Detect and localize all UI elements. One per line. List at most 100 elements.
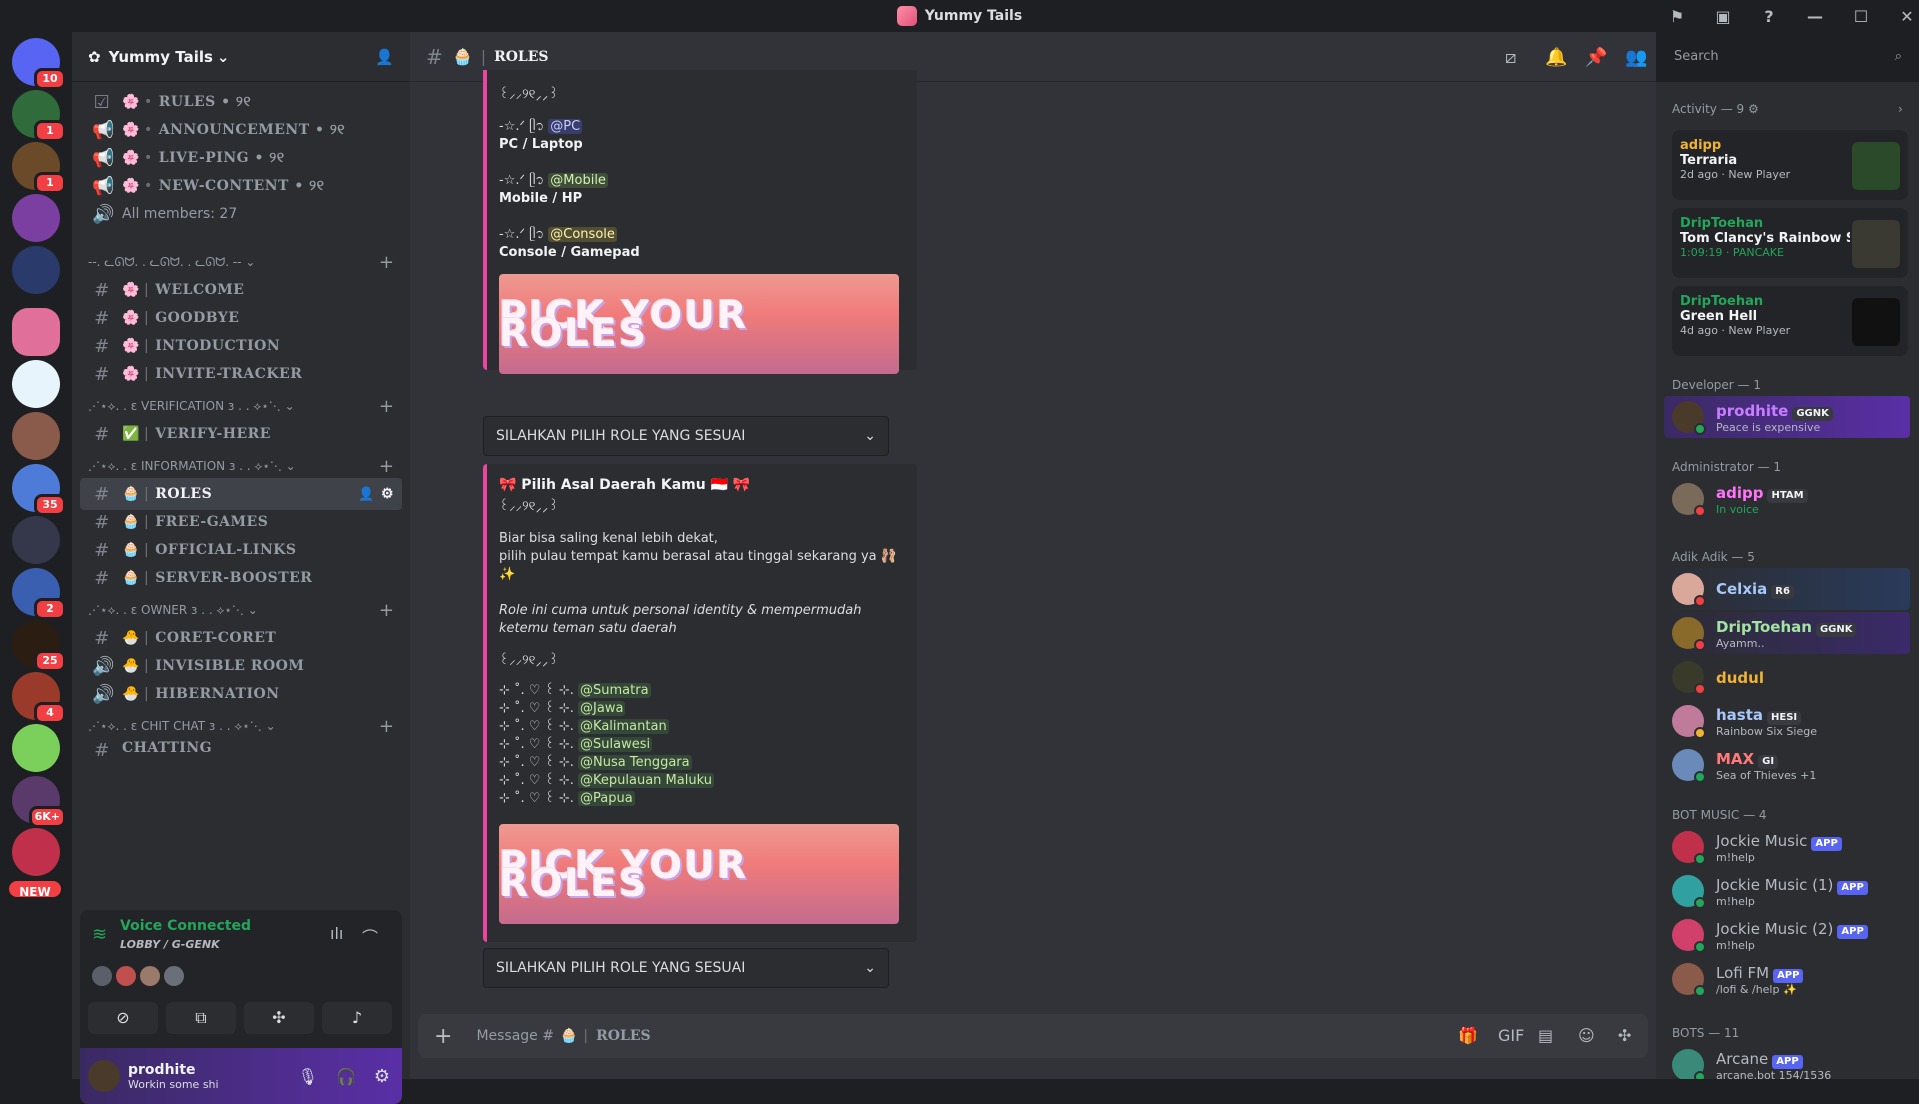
members-icon[interactable]: 👥	[1625, 47, 1647, 68]
gear-icon[interactable]: ⚙	[1748, 102, 1759, 116]
user-info[interactable]: prodhite Workin some shi	[128, 1062, 219, 1091]
chevron-right-icon[interactable]: ›	[1898, 102, 1903, 116]
server-icon[interactable]: 1	[12, 90, 66, 142]
server-icon[interactable]	[12, 360, 60, 408]
screen-share-button[interactable]: ⧉	[166, 1002, 236, 1034]
gif-icon[interactable]: GIF	[1498, 1026, 1524, 1045]
server-icon[interactable]	[12, 194, 60, 242]
video-off-button[interactable]: ⊘	[88, 1002, 158, 1034]
server-icon[interactable]: 25	[12, 620, 66, 672]
server-icon[interactable]: 2	[12, 568, 66, 620]
invite-icon[interactable]: 👤	[358, 487, 375, 502]
message-composer[interactable]: + Message # 🧁 | ROLES 🎁 GIF ▤ ☺ ✣	[418, 1014, 1648, 1058]
add-channel-icon[interactable]: +	[379, 716, 394, 737]
category-1[interactable]: --. ᓚᘏᗢ. . ᓚᘏᗢ. . ᓚᘏᗢ. -- ⌄ +	[88, 252, 394, 273]
pin-icon[interactable]: 📌	[1585, 47, 1607, 68]
minimize-icon[interactable]: —	[1792, 7, 1838, 26]
voice-location[interactable]: LOBBY / G-GENK	[120, 938, 220, 951]
add-member-icon[interactable]: 👤	[375, 48, 394, 66]
new-servers-badge[interactable]: NEW	[6, 878, 64, 900]
member-item[interactable]: Jockie Music (2) APP m!help	[1664, 914, 1910, 956]
server-icon[interactable]: 4	[12, 672, 66, 724]
gift-icon[interactable]: 🎁	[1458, 1026, 1478, 1045]
activity-card[interactable]: adipp Terraria 2d ago · New Player	[1672, 130, 1908, 200]
gear-icon[interactable]: ⚙	[381, 486, 394, 502]
member-item[interactable]: Jockie Music (1) APP m!help	[1664, 870, 1910, 912]
disconnect-icon[interactable]: ⌒	[362, 924, 378, 948]
add-attachment-icon[interactable]: +	[434, 1024, 452, 1049]
member-item[interactable]: MAX GI Sea of Thieves +1	[1664, 744, 1910, 786]
gear-icon[interactable]: ⚙	[374, 1066, 390, 1087]
help-icon[interactable]: ?	[1746, 7, 1792, 26]
role-select-dropdown[interactable]: SILAHKAN PILIH ROLE YANG SESUAI ⌄	[483, 416, 889, 456]
emoji-icon[interactable]: ☺	[1578, 1026, 1595, 1045]
voice-status[interactable]: Voice Connected	[120, 918, 251, 934]
search-input[interactable]: Search ⌕	[1666, 43, 1910, 71]
member-item[interactable]: Jockie Music APP m!help	[1664, 826, 1910, 868]
channel-all-members[interactable]: 🔊 All members: 27	[80, 198, 402, 230]
member-item[interactable]: Celxia R6	[1664, 568, 1910, 610]
avatar[interactable]	[140, 966, 160, 986]
channel-hibernation[interactable]: 🔊 🐣 | HIBERNATION	[80, 678, 402, 710]
server-icon[interactable]: 35	[12, 464, 66, 516]
avatar[interactable]	[92, 966, 112, 986]
add-channel-icon[interactable]: +	[379, 456, 394, 477]
soundboard-button[interactable]: ♪	[322, 1002, 392, 1034]
role-mention[interactable]: @Mobile	[548, 173, 608, 188]
role-mention[interactable]: @Nusa Tenggara	[578, 755, 692, 770]
channel-invite-tracker[interactable]: # 🌸 | INVITE-TRACKER	[80, 358, 402, 390]
member-item[interactable]: DripToehan GGNK Ayamm..	[1664, 612, 1910, 654]
sticker-icon[interactable]: ▤	[1538, 1026, 1553, 1045]
member-item[interactable]: prodhite GGNK Peace is expensive	[1664, 396, 1910, 438]
add-channel-icon[interactable]: +	[379, 600, 394, 621]
server-icon-yummy-tails[interactable]	[12, 308, 60, 356]
inbox-icon[interactable]: ▣	[1700, 7, 1746, 26]
server-icon[interactable]: 1	[12, 142, 66, 194]
headphones-icon[interactable]: 🎧	[336, 1067, 356, 1086]
add-channel-icon[interactable]: +	[379, 396, 394, 417]
channel-server-booster[interactable]: # 🧁 | SERVER-BOOSTER	[80, 562, 402, 594]
activity-card[interactable]: DripToehan Tom Clancy's Rainbow Six ... …	[1672, 208, 1908, 278]
activity-card[interactable]: DripToehan Green Hell 4d ago · New Playe…	[1672, 286, 1908, 356]
role-mention[interactable]: @Kalimantan	[578, 719, 669, 734]
member-item[interactable]: Arcane APP arcane.bot 154/1536	[1664, 1044, 1910, 1079]
server-icon[interactable]	[12, 828, 60, 876]
noise-suppression-icon[interactable]: ılı	[330, 924, 343, 943]
role-mention[interactable]: @Sumatra	[578, 683, 651, 698]
flag-icon[interactable]: ⚑	[1654, 7, 1700, 26]
channel-chatting[interactable]: # CHATTING	[80, 740, 402, 756]
close-icon[interactable]: ✕	[1884, 7, 1919, 26]
server-icon[interactable]	[12, 516, 60, 564]
avatar[interactable]	[164, 966, 184, 986]
member-item[interactable]: dudul	[1664, 656, 1910, 698]
role-mention[interactable]: @Papua	[578, 791, 635, 806]
member-item[interactable]: adipp HTAM In voice	[1664, 478, 1910, 520]
threads-icon[interactable]: ⧄	[1505, 47, 1516, 68]
region-select-dropdown[interactable]: SILAHKAN PILIH ROLE YANG SESUAI ⌄	[483, 948, 889, 988]
server-icon[interactable]: 6K+	[12, 776, 66, 828]
role-mention[interactable]: @PC	[548, 119, 583, 134]
maximize-icon[interactable]: ☐	[1838, 7, 1884, 26]
home-button[interactable]: 10	[12, 38, 66, 90]
avatar[interactable]	[88, 1060, 120, 1092]
microphone-icon[interactable]: 🎙	[298, 1067, 318, 1086]
activities-button[interactable]: ✣	[244, 1002, 314, 1034]
server-icon[interactable]	[12, 724, 60, 772]
member-item[interactable]: hasta HESI Rainbow Six Siege	[1664, 700, 1910, 742]
guild-header[interactable]: ✿ Yummy Tails ⌄ 👤	[72, 32, 410, 82]
category-owner[interactable]: ⋰⋆⟡. . ε OWNER ɜ . . ⟡⋆⋱ ⌄ +	[88, 600, 394, 621]
server-icon[interactable]	[12, 412, 60, 460]
server-icon[interactable]	[12, 246, 60, 294]
role-mention[interactable]: @Kepulauan Maluku	[578, 773, 714, 788]
add-channel-icon[interactable]: +	[379, 252, 394, 273]
avatar[interactable]	[116, 966, 136, 986]
role-mention[interactable]: @Sulawesi	[578, 737, 653, 752]
apps-icon[interactable]: ✣	[1618, 1026, 1631, 1045]
role-mention[interactable]: @Console	[548, 227, 617, 242]
role-mention[interactable]: @Jawa	[578, 701, 626, 716]
category-verification[interactable]: ⋰⋆⟡. . ε VERIFICATION ɜ . . ⟡⋆⋱ ⌄ +	[88, 396, 394, 417]
category-chit-chat[interactable]: ⋰⋆⟡. . ε CHIT CHAT ɜ . . ⟡⋆⋱ ⌄ +	[88, 716, 394, 737]
channel-verify-here[interactable]: # ✅ | VERIFY-HERE	[80, 418, 402, 450]
bell-icon[interactable]: 🔔	[1545, 47, 1567, 68]
member-item[interactable]: Lofi FM APP/lofi & /help ✨	[1664, 958, 1910, 1000]
